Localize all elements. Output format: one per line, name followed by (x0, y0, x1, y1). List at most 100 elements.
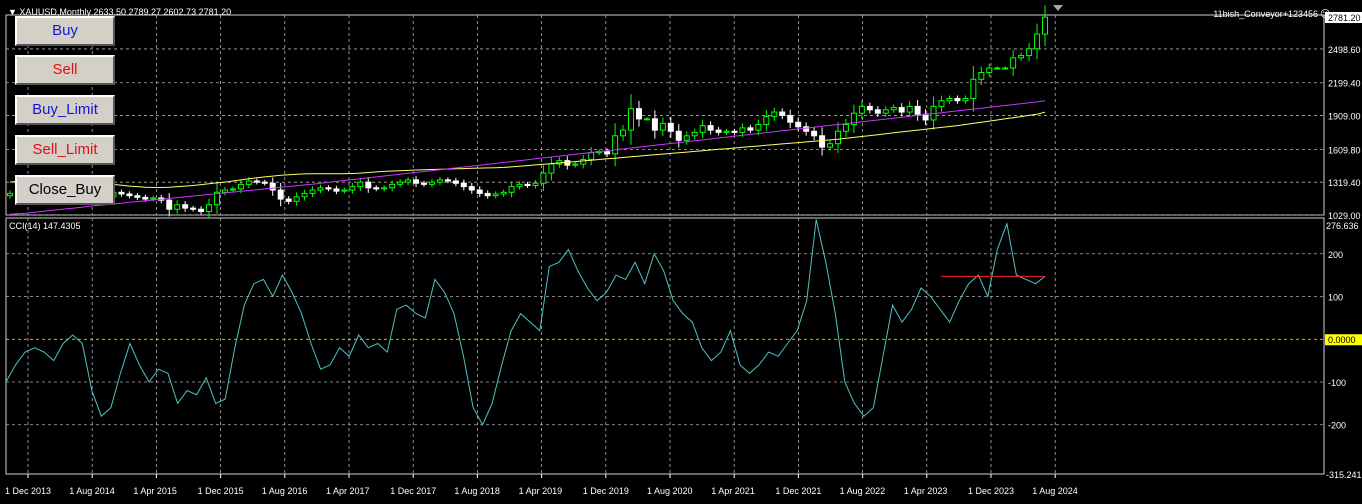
candle[interactable] (516, 183, 523, 188)
candle[interactable] (914, 105, 921, 115)
candle[interactable] (882, 109, 889, 114)
candle[interactable] (731, 130, 738, 133)
candle[interactable] (421, 182, 427, 185)
candle[interactable] (580, 159, 587, 165)
candle[interactable] (635, 108, 642, 120)
candle[interactable] (715, 129, 722, 133)
candle[interactable] (691, 131, 698, 137)
candle[interactable] (198, 208, 205, 212)
sell-limit-button[interactable]: Sell_Limit (15, 135, 115, 165)
candle[interactable] (612, 135, 619, 155)
candle[interactable] (548, 163, 555, 174)
candle[interactable] (436, 179, 443, 183)
candle[interactable] (906, 105, 913, 113)
candle[interactable] (994, 67, 1001, 70)
candle[interactable] (1010, 57, 1017, 69)
candle[interactable] (444, 179, 451, 182)
candle[interactable] (174, 204, 181, 210)
candle[interactable] (827, 143, 834, 148)
candle[interactable] (858, 105, 865, 114)
candle[interactable] (492, 193, 499, 197)
candle[interactable] (397, 181, 404, 185)
candle[interactable] (755, 123, 762, 131)
candle[interactable] (237, 183, 244, 190)
buy-limit-button[interactable]: Buy_Limit (15, 95, 115, 125)
candle[interactable] (118, 191, 125, 195)
candle[interactable] (150, 197, 157, 200)
candle[interactable] (667, 122, 674, 132)
candle[interactable] (683, 135, 690, 141)
candle[interactable] (842, 123, 849, 132)
candle[interactable] (245, 180, 252, 185)
candle[interactable] (604, 151, 611, 155)
cci-pane[interactable] (5, 219, 1046, 426)
candle[interactable] (986, 67, 993, 74)
candle[interactable] (460, 182, 467, 188)
candle[interactable] (325, 187, 332, 190)
candle[interactable] (452, 180, 459, 184)
candle[interactable] (389, 183, 396, 189)
candle[interactable] (620, 129, 627, 137)
candle[interactable] (293, 196, 300, 202)
candle[interactable] (182, 204, 189, 209)
candle[interactable] (221, 189, 228, 193)
price-pane[interactable] (7, 5, 1048, 218)
candle[interactable] (508, 186, 515, 193)
candle[interactable] (771, 111, 778, 118)
candle[interactable] (285, 198, 292, 202)
candle[interactable] (428, 181, 435, 185)
candle[interactable] (500, 191, 507, 195)
candle[interactable] (707, 125, 714, 131)
candle[interactable] (588, 152, 595, 161)
candle[interactable] (1042, 16, 1048, 35)
candle[interactable] (126, 193, 133, 197)
candle[interactable] (142, 196, 149, 200)
candle[interactable] (938, 100, 945, 107)
candle[interactable] (1034, 33, 1041, 50)
candle[interactable] (317, 187, 324, 191)
candle[interactable] (659, 122, 666, 131)
candle[interactable] (970, 78, 977, 99)
candle[interactable] (277, 189, 284, 200)
candle[interactable] (524, 183, 531, 187)
candle[interactable] (269, 182, 276, 191)
close-buy-button[interactable]: Close_Buy (15, 175, 115, 205)
candle[interactable] (166, 199, 173, 210)
candle[interactable] (898, 107, 905, 113)
candle[interactable] (484, 192, 491, 197)
sell-button[interactable]: Sell (15, 55, 115, 85)
candle[interactable] (532, 182, 539, 187)
candle[interactable] (739, 127, 746, 133)
candle[interactable] (763, 116, 770, 125)
candle[interactable] (747, 127, 754, 131)
candle[interactable] (309, 189, 316, 194)
candle[interactable] (572, 163, 579, 166)
candle[interactable] (7, 192, 13, 197)
candle[interactable] (1002, 67, 1009, 70)
candle[interactable] (1018, 55, 1025, 59)
candle[interactable] (811, 130, 818, 137)
candle[interactable] (333, 188, 340, 192)
candle[interactable] (229, 188, 236, 191)
candle[interactable] (795, 121, 802, 128)
candle[interactable] (301, 192, 308, 198)
candle[interactable] (373, 187, 380, 190)
candle[interactable] (787, 114, 794, 123)
candle[interactable] (365, 181, 372, 189)
candle[interactable] (819, 135, 826, 148)
buy-button[interactable]: Buy (15, 16, 115, 46)
candle[interactable] (1026, 48, 1033, 57)
candle[interactable] (476, 189, 483, 194)
candle[interactable] (405, 179, 412, 183)
candle[interactable] (723, 130, 730, 133)
candle[interactable] (890, 107, 897, 111)
candle[interactable] (341, 189, 348, 192)
candle[interactable] (564, 160, 571, 166)
candle[interactable] (978, 72, 985, 80)
candle[interactable] (699, 125, 706, 133)
candle[interactable] (962, 97, 969, 102)
candle[interactable] (190, 207, 197, 210)
candle[interactable] (954, 97, 961, 102)
candle[interactable] (835, 130, 841, 145)
candle[interactable] (468, 186, 475, 191)
